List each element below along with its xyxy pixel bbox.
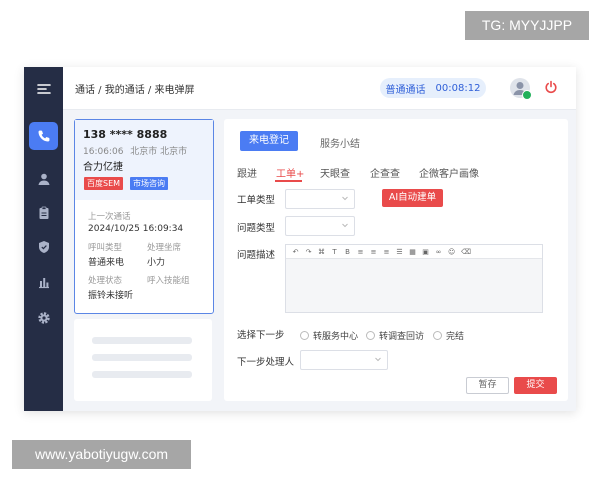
tab-ticket[interactable]: 工单+ <box>276 165 304 180</box>
table-icon[interactable]: ▦ <box>409 248 416 256</box>
main-panel: 来电登记 服务小结 跟进 工单+ 天眼查 企查查 企微客户画像 工单类型 AI自… <box>224 119 568 401</box>
shield-icon[interactable] <box>24 235 63 259</box>
tab-qichacha[interactable]: 企查查 <box>370 165 400 180</box>
chevron-down-icon <box>375 357 381 362</box>
undo-icon[interactable]: ↶ <box>292 248 299 256</box>
problem-desc-label: 问题描述 <box>237 250 276 261</box>
radio-circle <box>433 331 442 340</box>
problem-desc-editor[interactable]: ↶ ↷ ⌘ T B ≡ ≡ ≡ ☰ ▦ ▣ ∞ ☺ ⌫ <box>285 244 543 313</box>
radio-service-center-label: 转服务中心 <box>313 332 359 342</box>
segment-summary[interactable]: 服务小结 <box>320 135 360 150</box>
radio-complete-label: 完结 <box>446 332 465 342</box>
tag-topic: 市场咨询 <box>130 177 168 190</box>
top-bar: 通话 / 我的通话 / 来电弹屏 普通通话 00:08:12 <box>63 67 576 110</box>
redo-icon[interactable]: ↷ <box>305 248 312 256</box>
placeholder-line <box>92 337 192 344</box>
save-draft-button[interactable]: 暂存 <box>466 377 509 394</box>
ticket-type-label: 工单类型 <box>237 195 276 206</box>
align-center-icon[interactable]: ≡ <box>370 248 377 256</box>
breadcrumb: 通话 / 我的通话 / 来电弹屏 <box>75 85 195 96</box>
text-icon[interactable]: T <box>331 248 338 256</box>
radio-service-center[interactable]: 转服务中心 <box>300 329 358 342</box>
last-call-label: 上一次通话 <box>88 212 131 222</box>
gear-icon[interactable] <box>24 306 63 330</box>
next-handler-label: 下一步处理人 <box>237 357 295 368</box>
clipboard-icon[interactable] <box>24 201 63 225</box>
image-icon[interactable]: ▣ <box>422 248 429 256</box>
watermark-bottom: www.yabotiyugw.com <box>12 440 191 469</box>
placeholder-line <box>92 354 192 361</box>
user-icon[interactable] <box>24 167 63 191</box>
caller-phone: 138 **** 8888 <box>83 128 168 141</box>
caller-card-header: 138 **** 8888 16:06:06 北京市 北京市 合力亿捷 百度SE… <box>75 120 213 200</box>
avatar[interactable] <box>510 78 532 100</box>
bar-chart-icon[interactable] <box>24 270 63 294</box>
radio-circle <box>366 331 375 340</box>
menu-icon[interactable] <box>24 77 63 101</box>
editor-toolbar: ↶ ↷ ⌘ T B ≡ ≡ ≡ ☰ ▦ ▣ ∞ ☺ ⌫ <box>286 245 542 259</box>
radio-complete[interactable]: 完结 <box>433 329 464 342</box>
call-type-value: 普通来电 <box>88 258 125 268</box>
emoji-icon[interactable]: ☺ <box>448 248 455 256</box>
problem-type-select[interactable] <box>285 216 355 236</box>
active-tab-indicator <box>275 180 302 182</box>
call-type-label: 普通通话 <box>385 84 426 96</box>
radio-survey[interactable]: 转调查回访 <box>366 329 424 342</box>
caller-card[interactable]: 138 **** 8888 16:06:06 北京市 北京市 合力亿捷 百度SE… <box>74 119 214 314</box>
ticket-type-select[interactable] <box>285 189 355 209</box>
tab-wecom-profile[interactable]: 企微客户画像 <box>419 165 479 180</box>
align-left-icon[interactable]: ≡ <box>357 248 364 256</box>
chevron-down-icon <box>342 223 348 228</box>
online-status-dot <box>522 90 532 100</box>
next-handler-select[interactable] <box>300 350 388 370</box>
app-window: 通话 / 我的通话 / 来电弹屏 普通通话 00:08:12 138 **** … <box>24 67 576 411</box>
problem-type-label: 问题类型 <box>237 223 276 234</box>
segment-register[interactable]: 来电登记 <box>240 131 298 151</box>
tag-source: 百度SEM <box>84 177 124 190</box>
handler-value: 小力 <box>147 258 166 268</box>
skill-group-label: 呼入技能组 <box>147 276 190 286</box>
radio-circle <box>300 331 309 340</box>
next-step-label: 选择下一步 <box>237 330 285 341</box>
placeholder-card <box>74 319 212 401</box>
radio-survey-label: 转调查回访 <box>379 332 425 342</box>
bold-icon[interactable]: B <box>344 248 351 256</box>
list-icon[interactable]: ☰ <box>396 248 403 256</box>
tab-follow-up[interactable]: 跟进 <box>237 165 257 180</box>
link-icon[interactable]: ∞ <box>435 248 442 256</box>
sidebar <box>24 67 63 411</box>
call-type-field-label: 呼叫类型 <box>88 243 123 253</box>
chevron-down-icon <box>342 196 348 201</box>
call-status-pill: 普通通话 00:08:12 <box>380 78 486 98</box>
ai-auto-create-button[interactable]: AI自动建单 <box>382 189 443 207</box>
format-painter-icon[interactable]: ⌘ <box>318 248 325 256</box>
power-icon[interactable] <box>544 80 558 94</box>
placeholder-line <box>92 371 192 378</box>
status-value: 振铃未接听 <box>88 291 134 301</box>
phone-icon[interactable] <box>29 122 58 150</box>
submit-button[interactable]: 提交 <box>514 377 557 394</box>
caller-company: 合力亿捷 <box>83 162 123 173</box>
call-timer: 00:08:12 <box>435 82 481 94</box>
tab-tianyancha[interactable]: 天眼查 <box>320 165 350 180</box>
watermark-top: TG: MYYJJPP <box>465 11 589 40</box>
delete-icon[interactable]: ⌫ <box>461 248 471 256</box>
caller-meta: 16:06:06 北京市 北京市 <box>83 144 187 157</box>
align-right-icon[interactable]: ≡ <box>383 248 390 256</box>
status-label: 处理状态 <box>88 276 123 286</box>
last-call-value: 2024/10/25 16:09:34 <box>88 224 184 234</box>
caller-time: 16:06:06 <box>83 147 124 157</box>
handler-label: 处理坐席 <box>147 243 182 253</box>
caller-location: 北京市 北京市 <box>130 147 188 157</box>
